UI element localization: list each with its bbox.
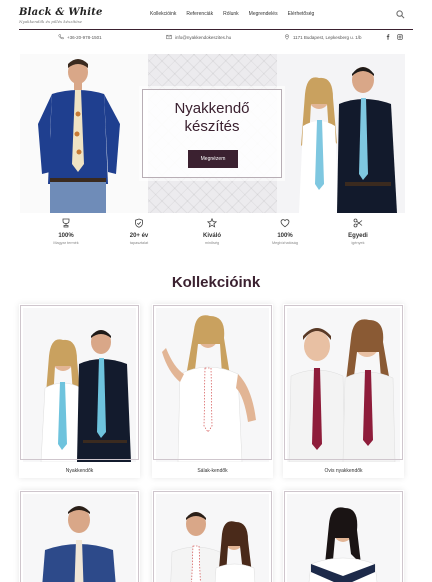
hero-title-line1: Nyakkendő: [174, 100, 250, 117]
features-row: 100% Magyar termék 20+ év tapasztalat Ki…: [20, 218, 412, 258]
phone-icon: [58, 34, 64, 40]
feature-title: 100%: [58, 233, 74, 239]
contact-phone-text: +36-20-978-1501: [67, 34, 102, 40]
instagram-icon[interactable]: [397, 34, 403, 40]
collection-photo: [287, 494, 400, 582]
nav-item-kollekciok[interactable]: Kollekcióink: [150, 11, 176, 17]
collection-photo: [23, 308, 136, 462]
collection-photo: [156, 308, 269, 462]
feature-item: 100% Magyar termék: [36, 218, 96, 245]
feature-subtitle: Magyar termék: [53, 241, 79, 245]
facebook-icon[interactable]: [385, 34, 391, 40]
nav-item-rolunk[interactable]: Rólunk: [223, 11, 239, 17]
feature-item: 100% Megbízhatóság: [255, 218, 315, 245]
location-pin-icon: [284, 34, 290, 40]
main-nav: Kollekcióink Referenciák Rólunk Megrende…: [150, 11, 314, 17]
contact-address[interactable]: 1171 Budapest, Lepkesberg u. 1/b: [284, 34, 361, 40]
collection-card[interactable]: [19, 490, 140, 582]
header-divider: [19, 29, 413, 30]
shield-icon: [135, 218, 143, 228]
hero-card: Nyakkendő készítés Megnézem: [142, 89, 282, 178]
feature-title: Kiváló: [202, 233, 221, 239]
collection-card[interactable]: [152, 490, 273, 582]
search-icon[interactable]: [396, 10, 405, 19]
nav-item-elerhetoseg[interactable]: Elérhetőség: [288, 11, 315, 17]
site-header: Black & White Nyakkendők és pillés készí…: [0, 0, 432, 31]
collection-photo: [23, 494, 136, 582]
logo-name: Black & White: [19, 7, 103, 18]
hero-title: Nyakkendő készítés: [143, 100, 281, 136]
hero-banner: Nyakkendő készítés Megnézem: [20, 54, 405, 213]
star-icon: [207, 218, 217, 228]
feature-title: 20+ év: [129, 233, 149, 239]
collection-label: Ovis nyakkendők: [324, 468, 363, 474]
logo-tagline: Nyakkendők és pillés készítése: [19, 19, 83, 24]
feature-subtitle: minőség: [204, 241, 220, 245]
contact-bar: +36-20-978-1501 info@nyakkendokeszites.h…: [0, 31, 432, 43]
feature-subtitle: tapasztalat: [129, 241, 149, 245]
contact-email-text: info@nyakkendokeszites.hu: [175, 34, 232, 40]
collection-card-nyakkendok[interactable]: Nyakkendők: [19, 304, 140, 478]
contact-address-text: 1171 Budapest, Lepkesberg u. 1/b: [293, 34, 362, 40]
collection-card[interactable]: [283, 490, 404, 582]
hero-title-line2: készítés: [184, 118, 240, 135]
collection-photo: [156, 494, 269, 582]
heart-icon: [280, 219, 290, 228]
mail-icon: [166, 34, 172, 40]
logo[interactable]: Black & White Nyakkendők és pillés készí…: [19, 7, 103, 24]
feature-item: Kiváló minőség: [182, 218, 242, 245]
feature-subtitle: Megbízhatóság: [272, 241, 298, 245]
feature-item: Egyedi igények: [328, 218, 388, 245]
feature-subtitle: igények: [351, 241, 365, 245]
section-title: Kollekcióink: [171, 274, 261, 291]
award-icon: [62, 218, 70, 228]
collection-photo: [287, 308, 400, 462]
collection-label: Nyakkendők: [65, 468, 94, 474]
feature-item: 20+ év tapasztalat: [109, 218, 169, 245]
collection-card-ovis-nyakkendok[interactable]: Ovis nyakkendők: [283, 304, 404, 478]
contact-email[interactable]: info@nyakkendokeszites.hu: [166, 34, 231, 40]
collection-label: Sálak-kendők: [197, 468, 228, 474]
feature-title: 100%: [277, 233, 293, 239]
feature-title: Egyedi: [348, 233, 368, 239]
nav-item-megrendeles[interactable]: Megrendelés: [249, 11, 278, 17]
nav-item-referenciak[interactable]: Referenciák: [186, 11, 213, 17]
hero-photo-couple: [277, 54, 405, 213]
contact-phone[interactable]: +36-20-978-1501: [58, 34, 102, 40]
collection-card-salak-kendok[interactable]: Sálak-kendők: [152, 304, 273, 478]
hero-cta-button[interactable]: Megnézem: [188, 150, 238, 168]
scissors-icon: [353, 218, 363, 228]
hero-photo-man: [20, 54, 148, 213]
